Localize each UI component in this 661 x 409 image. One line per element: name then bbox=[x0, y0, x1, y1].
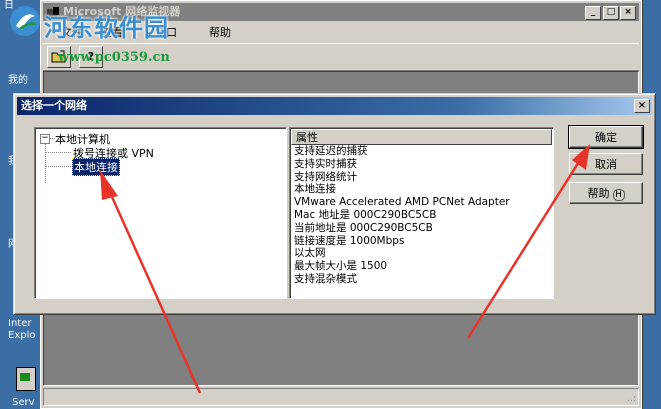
arrow-to-ok-button bbox=[466, 144, 590, 339]
arrow-to-local-connection bbox=[100, 170, 202, 394]
annotation-arrows bbox=[100, 144, 590, 394]
